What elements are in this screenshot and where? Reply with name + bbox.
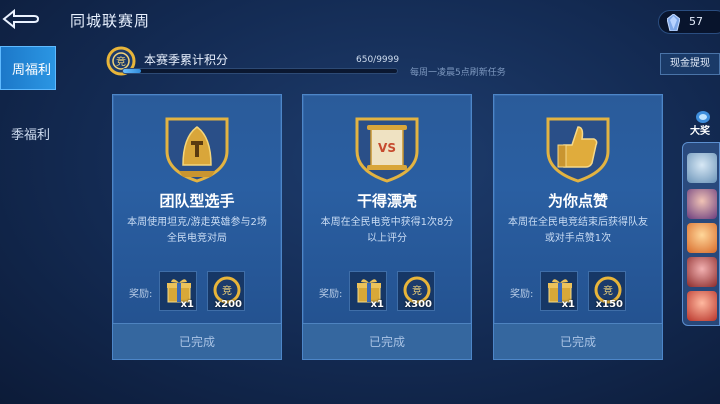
reward-label: 奖励: (129, 289, 153, 300)
reward-label: 奖励: (319, 289, 343, 300)
reward-item[interactable]: x1 (540, 271, 578, 311)
hero-avatar[interactable] (687, 223, 717, 253)
reward-qty: x1 (180, 299, 194, 310)
page-title: 同城联赛周 (70, 12, 151, 30)
progress-bar (122, 68, 398, 74)
task-title: 团队型选手 (159, 192, 235, 210)
reward-item[interactable]: x1 (159, 271, 197, 311)
hero-avatar[interactable] (687, 291, 717, 321)
back-arrow-icon[interactable] (0, 8, 40, 30)
nav-item-label: 季福利 (10, 128, 50, 143)
reward-item[interactable]: 竞 x150 (588, 271, 626, 311)
hero-avatar[interactable] (687, 189, 717, 219)
progress-fill (123, 69, 141, 73)
task-card: VS 干得漂亮 本周在全民电竞中获得1次8分以上评分 奖励: x1 竞 x300… (302, 94, 472, 360)
reward-qty: x300 (404, 299, 432, 310)
task-description: 本周在全民电竞中获得1次8分以上评分 (320, 217, 454, 244)
svg-text:竞: 竞 (222, 284, 232, 297)
reward-qty: x150 (595, 299, 623, 310)
task-card: 为你点赞 本周在全民电竞结束后获得队友或对手点赞1次 奖励: x1 竞 x150… (493, 94, 663, 360)
reward-qty: x1 (561, 299, 575, 310)
svg-text:竞: 竞 (412, 284, 422, 297)
refresh-note: 每周一凌晨5点刷新任务 (410, 68, 506, 78)
task-title: 干得漂亮 (356, 192, 417, 210)
svg-text:竞: 竞 (116, 55, 126, 68)
progress-label: 本赛季累计积分 (144, 53, 229, 67)
completed-button[interactable]: 已完成 (494, 323, 662, 359)
task-description: 本周使用坦克/游走英雄参与2场全民电竞对局 (127, 217, 267, 244)
grand-prize-rail[interactable] (682, 142, 720, 326)
currency-display[interactable]: 57 (658, 10, 720, 34)
completed-button[interactable]: 已完成 (303, 323, 471, 359)
reward-qty: x200 (214, 299, 242, 310)
nav-item-weekly[interactable]: 周福利 (0, 46, 56, 90)
thumbs-up-emblem-icon (546, 117, 610, 183)
task-title: 为你点赞 (547, 192, 608, 210)
hero-avatar[interactable] (687, 257, 717, 287)
grand-prize-label: 大奖 (690, 126, 710, 137)
nav-item-season[interactable]: 季福利 (0, 112, 56, 156)
reward-item[interactable]: x1 (349, 271, 387, 311)
reward-qty: x1 (370, 299, 384, 310)
reward-label: 奖励: (510, 289, 534, 300)
svg-text:VS: VS (378, 141, 396, 155)
progress-value: 650/9999 (356, 55, 400, 65)
currency-amount: 57 (689, 15, 703, 28)
reward-item[interactable]: 竞 x200 (207, 271, 245, 311)
reward-item[interactable]: 竞 x300 (397, 271, 435, 311)
hero-avatar[interactable] (687, 153, 717, 183)
side-nav: 周福利 季福利 (0, 46, 56, 156)
task-card: 团队型选手 本周使用坦克/游走英雄参与2场全民电竞对局 奖励: x1 竞 x20… (112, 94, 282, 360)
nav-item-label: 周福利 (11, 63, 51, 78)
svg-text:竞: 竞 (603, 284, 613, 297)
gem-icon (667, 14, 680, 31)
vs-scroll-emblem-icon: VS (355, 117, 419, 183)
cash-withdraw-button[interactable]: 现金提现 (660, 53, 720, 75)
task-description: 本周在全民电竞结束后获得队友或对手点赞1次 (508, 217, 648, 244)
top-bar: 同城联赛周 57 (0, 0, 720, 40)
knight-helmet-emblem-icon (165, 117, 229, 183)
completed-button[interactable]: 已完成 (113, 323, 281, 359)
